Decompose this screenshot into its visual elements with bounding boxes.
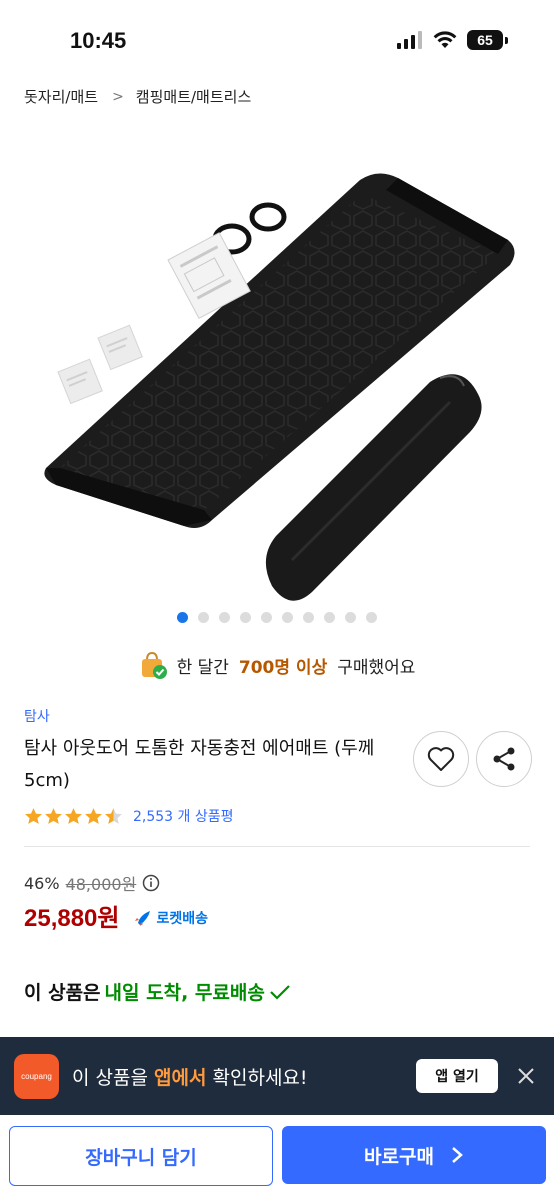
status-icons: 65 [397, 30, 508, 50]
buy-now-button[interactable]: 바로구매 [282, 1126, 546, 1184]
shopping-bag-icon [141, 651, 167, 679]
purchase-suffix: 구매했어요 [337, 657, 416, 678]
coupang-logo: coupang [14, 1054, 59, 1099]
rocket-label: 로켓배송 [156, 910, 209, 927]
star-icon [105, 808, 122, 824]
purchase-highlight: 700명 이상 [238, 657, 328, 678]
carousel-dot[interactable] [345, 612, 356, 623]
app-text-after: 확인하세요! [212, 1067, 308, 1089]
add-to-cart-button[interactable]: 장바구니 담기 [9, 1126, 273, 1186]
close-icon[interactable] [514, 1064, 538, 1088]
breadcrumb: 돗자리/매트 > 캠핑매트/매트리스 [24, 86, 251, 107]
rocket-delivery-badge: 로켓배송 [134, 908, 209, 928]
bottom-action-bar: 장바구니 담기 바로구매 [0, 1115, 554, 1200]
delivery-prefix: 이 상품은 [24, 982, 101, 1004]
review-count[interactable]: 2,553 개 상품평 [133, 806, 234, 826]
chevron-right-icon [452, 1147, 463, 1163]
carousel-dot[interactable] [324, 612, 335, 623]
battery-tip [505, 36, 508, 44]
star-icon [65, 808, 82, 824]
rocket-icon [134, 910, 150, 926]
price-row: 25,880원 로켓배송 [24, 898, 208, 933]
carousel-dot[interactable] [177, 612, 188, 623]
delivery-highlight: 내일 도착, 무료배송 [104, 982, 265, 1004]
status-bar: 10:45 65 [0, 0, 554, 80]
star-icon [45, 808, 62, 824]
battery-indicator: 65 [467, 30, 503, 50]
app-text-accent: 앱에서 [154, 1067, 207, 1089]
open-app-button[interactable]: 앱 열기 [416, 1059, 498, 1093]
carousel-dot[interactable] [198, 612, 209, 623]
carousel-dot[interactable] [219, 612, 230, 623]
divider [24, 846, 530, 847]
rating-row[interactable]: 2,553 개 상품평 [24, 806, 234, 826]
product-image[interactable] [0, 150, 554, 610]
wishlist-button[interactable] [413, 731, 469, 787]
star-icon [85, 808, 102, 824]
carousel-dot[interactable] [366, 612, 377, 623]
status-time: 10:45 [70, 28, 127, 53]
brand-link[interactable]: 탐사 [24, 706, 50, 726]
share-button[interactable] [476, 731, 532, 787]
share-icon [493, 747, 515, 771]
buy-now-label: 바로구매 [364, 1145, 434, 1168]
product-title: 탐사 아웃도어 도톰한 자동충전 에어매트 (두께 5cm) [24, 738, 375, 791]
breadcrumb-item-mats[interactable]: 돗자리/매트 [24, 86, 98, 107]
signal-icon [397, 31, 422, 49]
sale-price: 25,880원 [24, 905, 120, 932]
app-promo-text: 이 상품을 앱에서 확인하세요! [72, 1063, 308, 1090]
heart-icon [427, 747, 455, 771]
breadcrumb-item-camping-mats[interactable]: 캠핑매트/매트리스 [136, 86, 251, 107]
discount-row: 46% 48,000원 [24, 871, 160, 895]
carousel-dot[interactable] [282, 612, 293, 623]
app-text-before: 이 상품을 [72, 1067, 148, 1089]
purchase-count-banner: 한 달간 700명 이상 구매했어요 [0, 650, 554, 680]
app-promo-banner: coupang 이 상품을 앱에서 확인하세요! 앱 열기 [0, 1037, 554, 1115]
original-price: 48,000원 [65, 875, 137, 894]
chevron-right-icon: > [112, 88, 124, 105]
carousel-dots [0, 612, 554, 623]
wifi-icon [433, 31, 457, 48]
delivery-info: 이 상품은 내일 도착, 무료배송 [24, 978, 291, 1005]
carousel-dot[interactable] [240, 612, 251, 623]
discount-rate: 46% [24, 873, 60, 893]
purchase-prefix: 한 달간 [176, 657, 229, 678]
checkmark-icon [270, 984, 290, 1000]
carousel-dot[interactable] [261, 612, 272, 623]
info-icon[interactable] [142, 874, 160, 892]
carousel-dot[interactable] [303, 612, 314, 623]
star-rating [24, 807, 123, 825]
star-icon [25, 808, 42, 824]
